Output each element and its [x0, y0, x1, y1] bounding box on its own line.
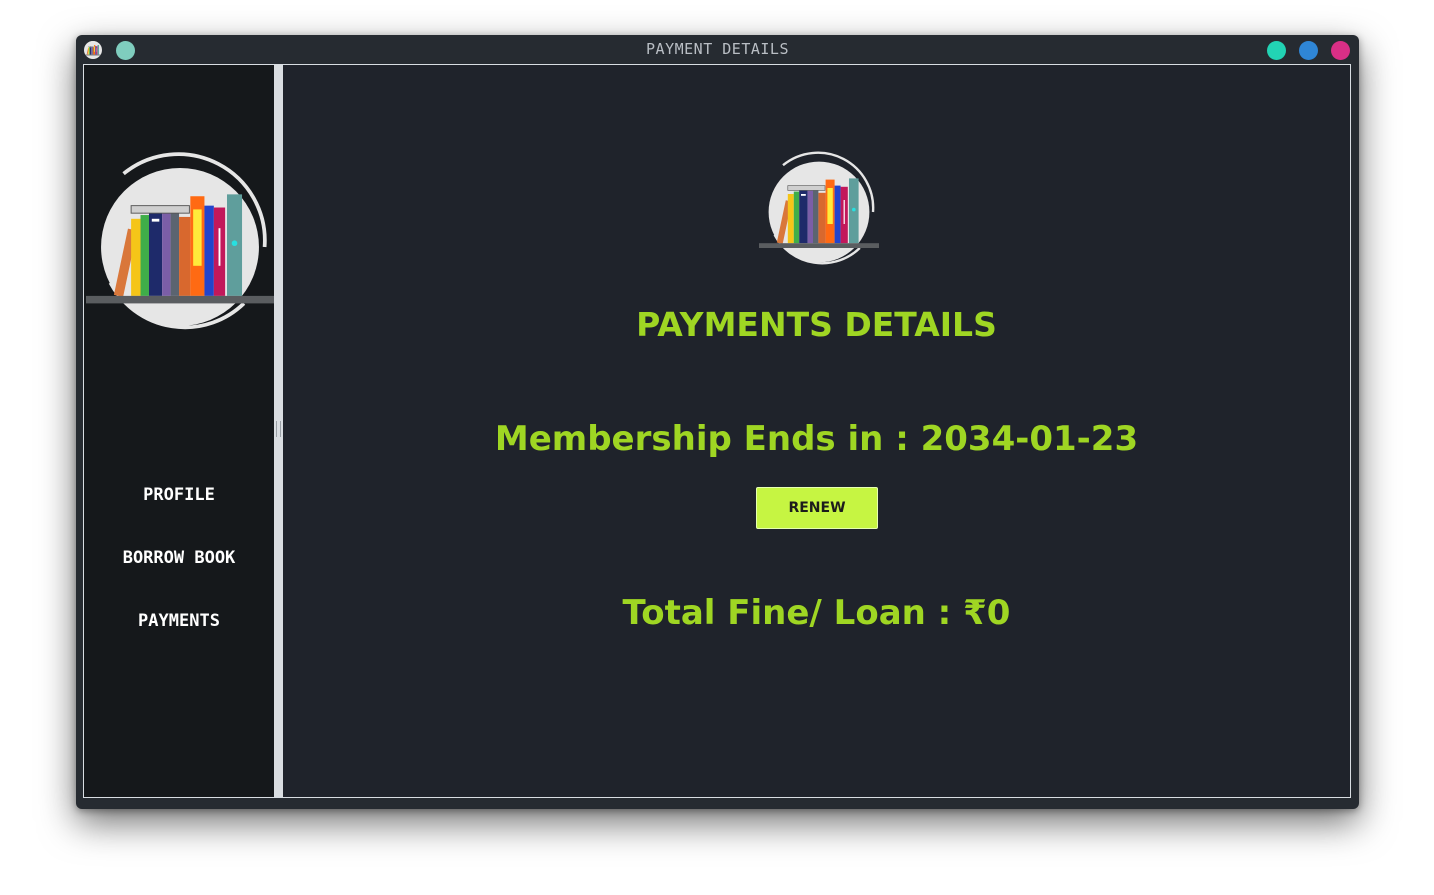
maximize-button[interactable] [1299, 41, 1318, 60]
page-title: PAYMENTS DETAILS [636, 305, 997, 344]
content-area: PROFILE BORROW BOOK PAYMENTS PAYMENTS DE… [83, 64, 1351, 798]
title-bar: PAYMENT DETAILS [76, 35, 1359, 64]
membership-end-text: Membership Ends in : 2034-01-23 [494, 419, 1139, 459]
minimize-button[interactable] [1267, 41, 1286, 60]
sidebar-item-borrow-book[interactable]: BORROW BOOK [84, 548, 274, 568]
bookshelf-logo-icon [759, 151, 879, 265]
app-window: PAYMENT DETAILS PROFILE BORROW BOOK PAYM… [76, 35, 1359, 809]
sidebar-splitter[interactable] [274, 65, 283, 797]
renew-button[interactable]: RENEW [756, 487, 878, 529]
sidebar-item-profile[interactable]: PROFILE [84, 485, 274, 505]
sidebar-item-payments[interactable]: PAYMENTS [84, 611, 274, 631]
bookshelf-logo-icon [86, 152, 274, 330]
window-title: PAYMENT DETAILS [646, 40, 789, 58]
total-fine-text: Total Fine/ Loan : ₹0 [622, 593, 1011, 633]
close-button[interactable] [1331, 41, 1350, 60]
splitter-grip-icon[interactable] [276, 421, 281, 437]
sidebar: PROFILE BORROW BOOK PAYMENTS [84, 65, 274, 797]
main-panel: PAYMENTS DETAILS Membership Ends in : 20… [283, 65, 1350, 797]
